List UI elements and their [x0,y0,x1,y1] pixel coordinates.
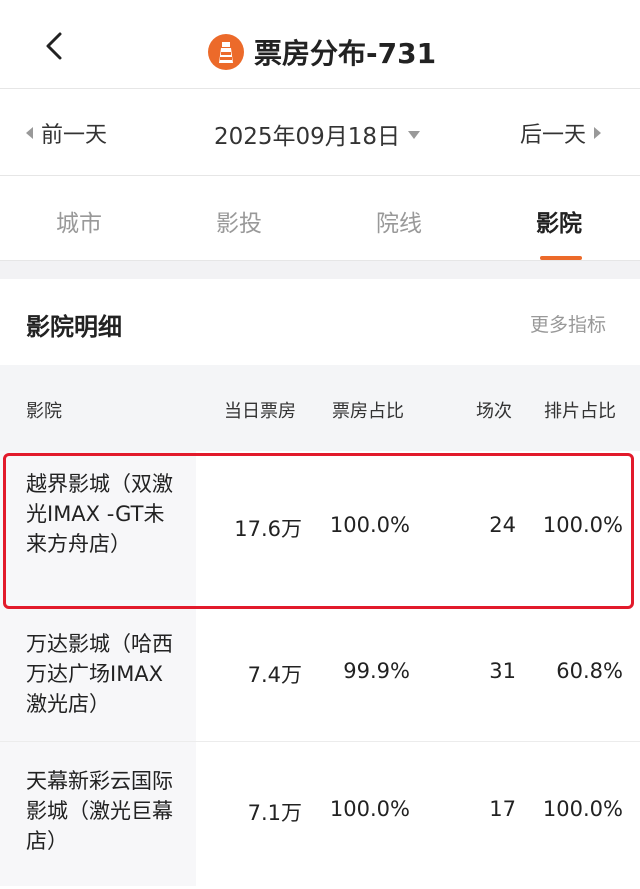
table-header: 影院 当日票房 票房占比 场次 排片占比 [0,365,640,451]
previous-day-label: 前一天 [41,123,108,148]
section-title: 影院明细 [26,313,122,341]
schedule-share-value: 100.0% [542,513,623,537]
current-date: 2025年09月18日 [214,124,401,150]
top-bar: 票房分布-731 [0,0,640,89]
tab-bar: 城市 影投 院线 影院 [0,176,640,261]
table-row[interactable]: 越界影城（双激光IMAX -GT未来方舟店） 17.6万 100.0% 24 1… [0,451,640,607]
cinema-table: 影院 当日票房 票房占比 场次 排片占比 越界影城（双激光IMAX -GT未来方… [0,365,640,886]
next-day-button[interactable]: 后一天 [520,117,602,149]
cinema-name: 天幕新彩云国际影城（激光巨幕店） [26,769,173,853]
share-value: 100.0% [329,513,410,537]
tab-circuit[interactable]: 院线 [376,204,422,238]
back-button[interactable] [34,26,74,66]
tab-cinema[interactable]: 影院 [536,204,582,238]
page-title: 票房分布-731 [254,37,437,70]
shows-value: 24 [489,513,516,537]
section-divider [0,261,640,279]
column-header-cinema[interactable]: 影院 [26,397,62,423]
share-value: 99.9% [343,659,410,683]
column-header-box-office[interactable]: 当日票房 [224,397,296,423]
title-group: 票房分布-731 [208,32,436,72]
date-selector-bar: 前一天 2025年09月18日 后一天 [0,89,640,176]
column-header-schedule-share[interactable]: 排片占比 [544,397,616,423]
next-day-label: 后一天 [520,123,587,148]
previous-day-button[interactable]: 前一天 [26,117,107,149]
share-value: 100.0% [329,797,410,821]
section-header: 影院明细 更多指标 [0,279,640,365]
caret-down-icon [408,131,421,139]
caret-right-icon [594,127,602,139]
tab-investor[interactable]: 影投 [216,204,262,238]
shows-value: 31 [489,659,516,683]
column-header-share[interactable]: 票房占比 [332,397,404,423]
cinema-name: 万达影城（哈西万达广场IMAX激光店） [26,632,173,716]
table-row[interactable]: 天幕新彩云国际影城（激光巨幕店） 7.1万 100.0% 17 100.0% [0,741,640,886]
active-tab-indicator [540,256,582,260]
shows-value: 17 [489,797,516,821]
table-row[interactable]: 万达影城（哈西万达广场IMAX激光店） 7.4万 99.9% 31 60.8% [0,607,640,741]
more-metrics-button[interactable]: 更多指标 [530,310,606,337]
date-picker[interactable]: 2025年09月18日 [214,117,421,151]
schedule-share-value: 100.0% [542,797,623,821]
schedule-share-value: 60.8% [556,659,623,683]
chevron-left-icon [46,32,62,60]
caret-left-icon [26,127,33,139]
column-header-shows[interactable]: 场次 [476,397,512,423]
box-office-value: 7.1万 [247,801,302,825]
box-office-value: 17.6万 [234,517,302,541]
box-office-value: 7.4万 [247,663,302,687]
lighthouse-logo-icon [208,34,244,70]
cinema-name: 越界影城（双激光IMAX -GT未来方舟店） [26,472,173,556]
tab-city[interactable]: 城市 [56,204,102,238]
